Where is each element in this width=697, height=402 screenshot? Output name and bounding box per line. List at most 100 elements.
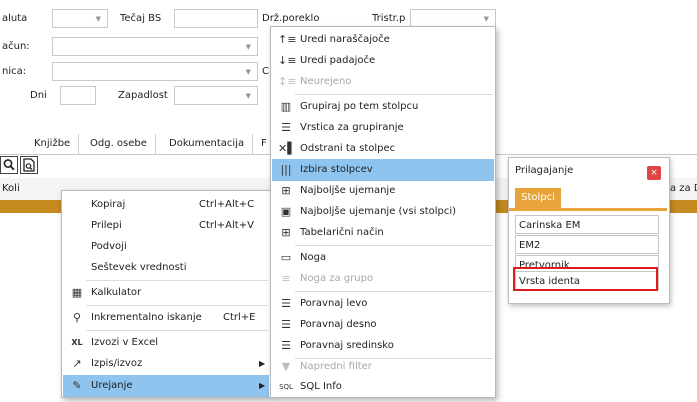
menu-item-label: Prilepi: [91, 220, 122, 231]
highlight-outline: [513, 267, 658, 291]
sql-info-icon: SQL: [279, 383, 293, 391]
submenu-item-poravnaj-sredinsko[interactable]: ☰ Poravnaj sredinsko: [272, 335, 494, 357]
submenu-item-sql-info[interactable]: SQL SQL Info: [272, 376, 494, 398]
menu-item-izvozi-v-excel[interactable]: XL Izvozi v Excel: [63, 332, 269, 354]
close-icon: ×: [650, 168, 658, 178]
submenu-item-najboljse-ujemanje-vsi[interactable]: ▣ Najboljše ujemanje (vsi stolpci): [272, 201, 494, 223]
menu-item-prilepi[interactable]: Prilepi Ctrl+Alt+V: [63, 215, 269, 237]
menu-item-shortcut: Ctrl+E: [223, 312, 256, 323]
submenu-item-neurejeno: ↕≡ Neurejeno: [272, 71, 494, 93]
submenu-item-uredi-narascajoce[interactable]: ↑≡ Uredi naraščajoče: [272, 29, 494, 51]
menu-item-inkrementalno-iskanje[interactable]: ⚲ Inkrementalno iskanje Ctrl+E: [63, 307, 269, 329]
search-icon: ⚲: [72, 311, 82, 324]
chevron-down-icon: ▼: [245, 68, 251, 76]
menu-item-label: Izbira stolpcev: [300, 164, 373, 175]
menu-item-shortcut: Ctrl+Alt+V: [199, 220, 254, 231]
tab-knjizbe[interactable]: Knjižbe: [26, 134, 80, 154]
tab-dokumentacija[interactable]: Dokumentacija: [161, 134, 254, 154]
submenu-item-noga-za-grupo: ≡ Noga za grupo: [272, 268, 494, 290]
chevron-down-icon: ▼: [483, 15, 489, 23]
group-row-icon: ☰: [281, 121, 291, 134]
panel-title: Prilagajanje: [515, 165, 574, 176]
unsorted-icon: ↕≡: [278, 75, 297, 88]
panel-title-bar[interactable]: Prilagajanje ×: [509, 158, 667, 184]
align-left-icon: ☰: [281, 297, 291, 310]
menu-item-label: Poravnaj levo: [300, 298, 368, 309]
column-header-right[interactable]: a za D: [670, 183, 697, 194]
group-column-icon: ▥: [280, 100, 292, 113]
search-button[interactable]: [0, 156, 18, 174]
menu-item-label: Noga: [300, 252, 327, 263]
menu-item-label: Neurejeno: [300, 76, 352, 87]
submenu-item-noga[interactable]: ▭ Noga: [272, 247, 494, 269]
calculator-icon: ▦: [71, 286, 83, 299]
submenu-item-grupiraj[interactable]: ▥ Grupiraj po tem stolpcu: [272, 96, 494, 118]
menu-item-label: Odstrani ta stolpec: [300, 143, 396, 154]
menu-separator: [86, 305, 268, 306]
column-item-em2[interactable]: EM2: [515, 235, 659, 254]
align-right-icon: ☰: [281, 318, 291, 331]
menu-item-label: Kopiraj: [91, 199, 126, 210]
align-center-icon: ☰: [281, 339, 291, 352]
submenu-item-vrstica-za-grupiranje[interactable]: ☰ Vrstica za grupiranje: [272, 117, 494, 139]
excel-export-icon: XL: [71, 338, 83, 347]
dni-field[interactable]: [60, 86, 96, 105]
menu-item-label: Vrstica za grupiranje: [300, 122, 404, 133]
sort-ascending-icon: ↑≡: [278, 33, 297, 46]
submenu-arrow-icon: ▶: [259, 359, 266, 368]
menu-separator: [86, 280, 268, 281]
submenu-item-napredni-filter: ▼ Napredni filter: [272, 356, 494, 378]
menu-item-label: Napredni filter: [300, 361, 372, 372]
menu-item-label: Poravnaj desno: [300, 319, 377, 330]
submenu-item-tabelaricni-nacin[interactable]: ⊞ Tabelarični način: [272, 222, 494, 244]
menu-item-label: Inkrementalno iskanje: [91, 312, 202, 323]
chevron-down-icon: ▼: [245, 92, 251, 100]
preview-button[interactable]: [20, 156, 38, 174]
c-label: C: [262, 66, 269, 77]
tab-odg-osebe[interactable]: Odg. osebe: [82, 134, 156, 154]
best-fit-icon: ⊞: [281, 184, 291, 197]
close-button[interactable]: ×: [647, 166, 661, 180]
best-fit-all-icon: ▣: [280, 205, 292, 218]
urejanje-submenu: ↑≡ Uredi naraščajoče ↓≡ Uredi padajoče ↕…: [270, 26, 496, 398]
pencil-icon: ✎: [72, 379, 82, 392]
menu-item-kalkulator[interactable]: ▦ Kalkulator: [63, 282, 269, 304]
menu-item-label: SQL Info: [300, 381, 342, 392]
menu-item-label: Izpis/izvoz: [91, 358, 143, 369]
tab-stolpci[interactable]: Stolpci: [515, 188, 561, 208]
column-item-carinska-em[interactable]: Carinska EM: [515, 215, 659, 234]
menu-item-urejanje[interactable]: ✎ Urejanje ▶: [63, 375, 269, 397]
menu-item-podvoji[interactable]: Podvoji: [63, 236, 269, 258]
document-search-icon: [23, 158, 35, 172]
panel-tab-underline: [509, 208, 667, 211]
valuta-select[interactable]: ▼: [52, 9, 108, 28]
menu-item-sestevek-vrednosti[interactable]: Seštevek vrednosti: [63, 257, 269, 279]
zapadlost-select[interactable]: ▼: [174, 86, 258, 105]
chevron-down-icon: ▼: [245, 43, 251, 51]
menu-item-label: Najboljše ujemanje: [300, 185, 396, 196]
tecaj-field[interactable]: [174, 9, 258, 28]
submenu-item-najboljse-ujemanje[interactable]: ⊞ Najboljše ujemanje: [272, 180, 494, 202]
submenu-item-poravnaj-desno[interactable]: ☰ Poravnaj desno: [272, 314, 494, 336]
menu-item-shortcut: Ctrl+Alt+C: [199, 199, 255, 210]
valuta-label: aluta: [2, 13, 28, 24]
submenu-item-izbira-stolpcev[interactable]: ||| Izbira stolpcev: [272, 159, 494, 181]
menu-item-label: Tabelarični način: [300, 227, 384, 238]
menu-item-kopiraj[interactable]: Kopiraj Ctrl+Alt+C: [63, 194, 269, 216]
menu-item-label: Uredi naraščajoče: [300, 34, 390, 45]
racun-select[interactable]: ▼: [52, 37, 258, 56]
column-header-koli[interactable]: Koli: [2, 183, 20, 194]
submenu-item-odstrani-stolpec[interactable]: ✕▌ Odstrani ta stolpec: [272, 138, 494, 160]
menu-item-label: Urejanje: [91, 380, 133, 391]
submenu-item-poravnaj-levo[interactable]: ☰ Poravnaj levo: [272, 293, 494, 315]
zapadlost-label: Zapadlost: [118, 90, 168, 101]
submenu-arrow-icon: ▶: [259, 381, 266, 390]
racun-label: ačun:: [2, 41, 30, 52]
menu-item-label: Noga za grupo: [300, 273, 374, 284]
submenu-item-uredi-padajoce[interactable]: ↓≡ Uredi padajoče: [272, 50, 494, 72]
remove-column-icon: ✕▌: [278, 142, 296, 155]
drz-label: Drž.poreklo: [262, 13, 320, 24]
menu-item-izpis-izvoz[interactable]: ↗ Izpis/izvoz ▶: [63, 353, 269, 375]
nica-select[interactable]: ▼: [52, 62, 258, 81]
menu-item-label: Najboljše ujemanje (vsi stolpci): [300, 206, 457, 217]
